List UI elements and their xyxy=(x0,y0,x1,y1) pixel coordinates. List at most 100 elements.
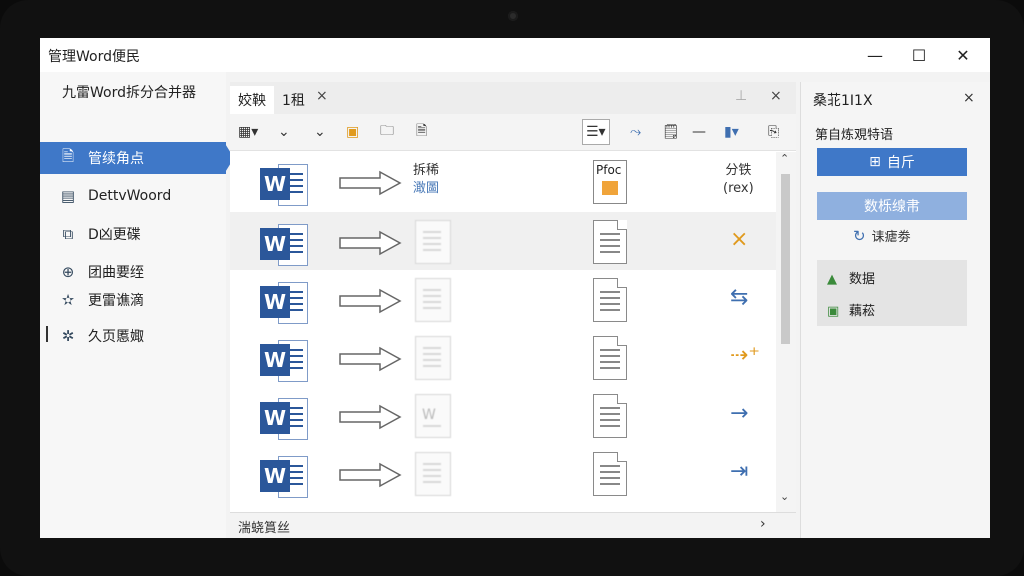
chevron-down-icon[interactable]: ⌄ xyxy=(314,122,326,142)
output-document-icon: Pfoc xyxy=(593,160,627,204)
merge-label: 分铁 (rex) xyxy=(723,162,754,198)
sidebar-item-3[interactable]: ⧉ D凶更碟 xyxy=(40,218,226,250)
close-button[interactable]: ✕ xyxy=(940,38,986,72)
star-icon: ✫ xyxy=(61,291,75,309)
chevron-down-icon[interactable]: ⌄ xyxy=(278,122,290,142)
grid-view-icon[interactable]: ▦▾ xyxy=(238,122,258,142)
sidebar-item-5[interactable]: ✫ 更雷谯滴 xyxy=(40,284,226,316)
source-document-icon xyxy=(415,278,451,322)
right-panel: 桑苝1I1X × 第自炼覌特语 ⊞ 自斤 数栎缐帇 ↻ 诔瘧劵 ▲ 数据 ▣ 藕… xyxy=(800,82,990,538)
refresh-icon: ↻ xyxy=(853,226,866,245)
word-file-icon: W xyxy=(260,282,308,324)
panel-close-icon[interactable]: × xyxy=(770,88,782,104)
sidebar-item-1[interactable]: 🗎 管续角点 xyxy=(40,142,226,174)
pin-icon[interactable]: ⊥ xyxy=(735,88,747,104)
ghost-word-letter: W xyxy=(422,407,436,423)
sidebar-item-label: 管续角点 xyxy=(88,151,144,167)
list-item-header[interactable]: W 拆稀 澉圖 Pfoc 分铁 (rex) xyxy=(230,152,776,210)
format-menu-icon[interactable]: ☰▾ xyxy=(582,119,610,145)
source-document-icon xyxy=(415,220,451,264)
source-document-icon xyxy=(415,336,451,380)
chart-menu-icon[interactable]: ▮▾ xyxy=(724,122,739,142)
right-panel-title: 桑苝1I1X xyxy=(813,93,873,109)
word-file-icon: W xyxy=(260,340,308,382)
split-label: 拆稀 澉圖 xyxy=(413,162,439,198)
arrow-to-end-icon[interactable]: ⇥ xyxy=(730,459,748,484)
sidebar-item-label: D凶更碟 xyxy=(88,227,141,243)
sidebar-item-label: DettvWoord xyxy=(88,188,172,204)
maximize-button[interactable]: ☐ xyxy=(896,38,942,72)
arrow-right-icon[interactable]: → xyxy=(730,401,748,426)
status-bar: 湍蛲篔丝 › xyxy=(230,512,796,538)
list-item[interactable]: W ⇢⁺ xyxy=(230,328,776,386)
document-lines-icon: ▤ xyxy=(60,187,76,205)
merge-icon[interactable]: ⤳ xyxy=(630,122,641,142)
table-icon: ▣ xyxy=(827,303,840,319)
output-document-icon xyxy=(593,394,627,438)
list-item[interactable]: W W → xyxy=(230,386,776,444)
globe-icon: ⊕ xyxy=(61,263,75,281)
secondary-action-button[interactable]: 数栎缐帇 xyxy=(817,192,967,220)
sidebar-item-6[interactable]: ✲ 久页慝娵 xyxy=(40,320,226,352)
app-window: 管理Word便民 — ☐ ✕ 九雷Word拆分合并器 🗎 管续角点 ▤ Dett… xyxy=(40,38,990,538)
tab-1[interactable]: 姣鞅 xyxy=(230,86,274,114)
arrow-right-icon xyxy=(339,170,402,196)
refresh-label: 诔瘧劵 xyxy=(871,230,911,245)
minimize-button[interactable]: — xyxy=(852,38,898,72)
vertical-scrollbar[interactable]: ⌃ ⌄ xyxy=(776,152,796,512)
tab-bar: 姣鞅 1租 × ⊥ × xyxy=(230,82,796,114)
refresh-link[interactable]: ↻ 诔瘧劵 xyxy=(853,226,911,246)
folder-icon[interactable]: 🗀 xyxy=(380,122,394,142)
add-files-icon[interactable]: ▣ xyxy=(346,122,359,142)
arrow-right-icon xyxy=(339,462,402,488)
settings-icon: ✲ xyxy=(61,327,75,345)
camera-icon xyxy=(508,11,518,21)
minus-icon[interactable]: — xyxy=(692,122,706,142)
split-icon: ⧉ xyxy=(62,225,74,243)
merge-subtitle: (rex) xyxy=(723,181,754,196)
output-document-icon xyxy=(593,336,627,380)
split-subtitle: 澉圖 xyxy=(413,181,440,196)
right-panel-subtitle: 第自炼覌特语 xyxy=(815,128,894,143)
grid-plus-icon: ⊞ xyxy=(869,154,881,170)
output-document-icon xyxy=(593,220,627,264)
source-document-icon: W xyxy=(415,394,451,438)
arrow-right-icon xyxy=(339,346,402,372)
arrow-right-icon xyxy=(339,404,402,430)
edit-document-icon[interactable]: 🗒 xyxy=(662,122,680,142)
split-title: 拆稀 xyxy=(413,163,440,178)
option-item-table[interactable]: ▣ 藕菘 xyxy=(827,300,875,320)
status-text: 湍蛲篔丝 xyxy=(238,521,291,536)
option-label: 数据 xyxy=(849,272,876,287)
word-file-icon: W xyxy=(260,224,308,266)
document-icon: 🗎 xyxy=(61,146,75,165)
tab-close-icon[interactable]: × xyxy=(316,88,328,104)
main-panel: 姣鞅 1租 × ⊥ × ▦▾ ⌄ ⌄ ▣ 🗀 🗎 ☰▾ ⤳ 🗒 — ▮▾ ⎘ W… xyxy=(230,82,796,538)
sidebar-item-label: 团曲要绖 xyxy=(88,265,144,281)
list-item[interactable]: W × xyxy=(230,212,776,270)
option-item-data[interactable]: ▲ 数据 xyxy=(827,268,876,288)
list-item[interactable]: W ⇥ xyxy=(230,444,776,502)
document-icon[interactable]: 🗎 xyxy=(416,122,427,142)
scroll-down-icon[interactable]: ⌄ xyxy=(780,490,789,503)
right-panel-close-icon[interactable]: × xyxy=(963,90,975,106)
sidebar-item-2[interactable]: ▤ DettvWoord xyxy=(40,180,226,212)
word-file-icon: W xyxy=(260,164,308,206)
export-icon[interactable]: ⎘ xyxy=(768,122,779,142)
list-item[interactable]: W ⇆ xyxy=(230,270,776,328)
merge-arrow-icon[interactable]: ⇢⁺ xyxy=(730,343,760,368)
output-doc-label: Pfoc xyxy=(596,163,622,177)
source-document-icon xyxy=(415,452,451,496)
scrollbar-thumb[interactable] xyxy=(781,174,790,344)
file-list: W 拆稀 澉圖 Pfoc 分铁 (rex) W × W ⇆ W ⇢⁺ W W →… xyxy=(230,152,776,512)
primary-action-button[interactable]: ⊞ 自斤 xyxy=(817,148,967,176)
remove-icon[interactable]: × xyxy=(730,227,748,252)
tab-2[interactable]: 1租 xyxy=(274,86,313,114)
scroll-up-icon[interactable]: ⌃ xyxy=(780,152,789,165)
chevron-right-icon[interactable]: › xyxy=(760,516,766,532)
word-file-icon: W xyxy=(260,456,308,498)
title-bar: 管理Word便民 — ☐ ✕ xyxy=(40,38,990,72)
swap-arrows-icon[interactable]: ⇆ xyxy=(730,285,748,310)
toolbar: ▦▾ ⌄ ⌄ ▣ 🗀 🗎 ☰▾ ⤳ 🗒 — ▮▾ ⎘ xyxy=(230,114,796,151)
merge-title: 分铁 xyxy=(725,163,752,178)
